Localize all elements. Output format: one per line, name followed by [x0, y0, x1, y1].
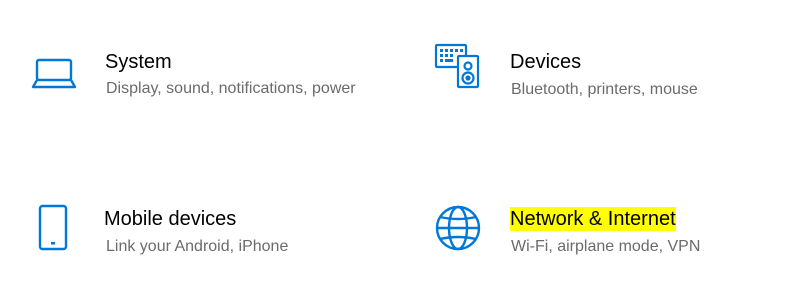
- tile-description-system: Display, sound, notifications, power: [106, 80, 356, 97]
- tile-title-devices: Devices: [510, 51, 582, 73]
- tile-description-devices: Bluetooth, printers, mouse: [511, 81, 698, 98]
- settings-tile-network-internet[interactable]: Network & Internet Wi-Fi, airplane mode,…: [434, 200, 774, 260]
- tile-title-network-internet: Network & Internet: [510, 207, 676, 231]
- settings-tile-system[interactable]: System Display, sound, notifications, po…: [30, 44, 370, 134]
- tile-title-mobile-devices: Mobile devices: [104, 208, 237, 230]
- globe-icon: [434, 204, 482, 252]
- settings-tile-mobile-devices[interactable]: Mobile devices Link your Android, iPhone: [30, 200, 370, 260]
- keyboard-speaker-icon: [434, 42, 482, 90]
- tile-title-system: System: [105, 51, 172, 73]
- tile-description-mobile-devices: Link your Android, iPhone: [106, 238, 289, 255]
- tile-description-network-internet: Wi-Fi, airplane mode, VPN: [511, 238, 701, 255]
- laptop-icon: [30, 50, 78, 98]
- phone-icon: [30, 204, 78, 252]
- settings-tile-devices[interactable]: Devices Bluetooth, printers, mouse: [434, 40, 774, 130]
